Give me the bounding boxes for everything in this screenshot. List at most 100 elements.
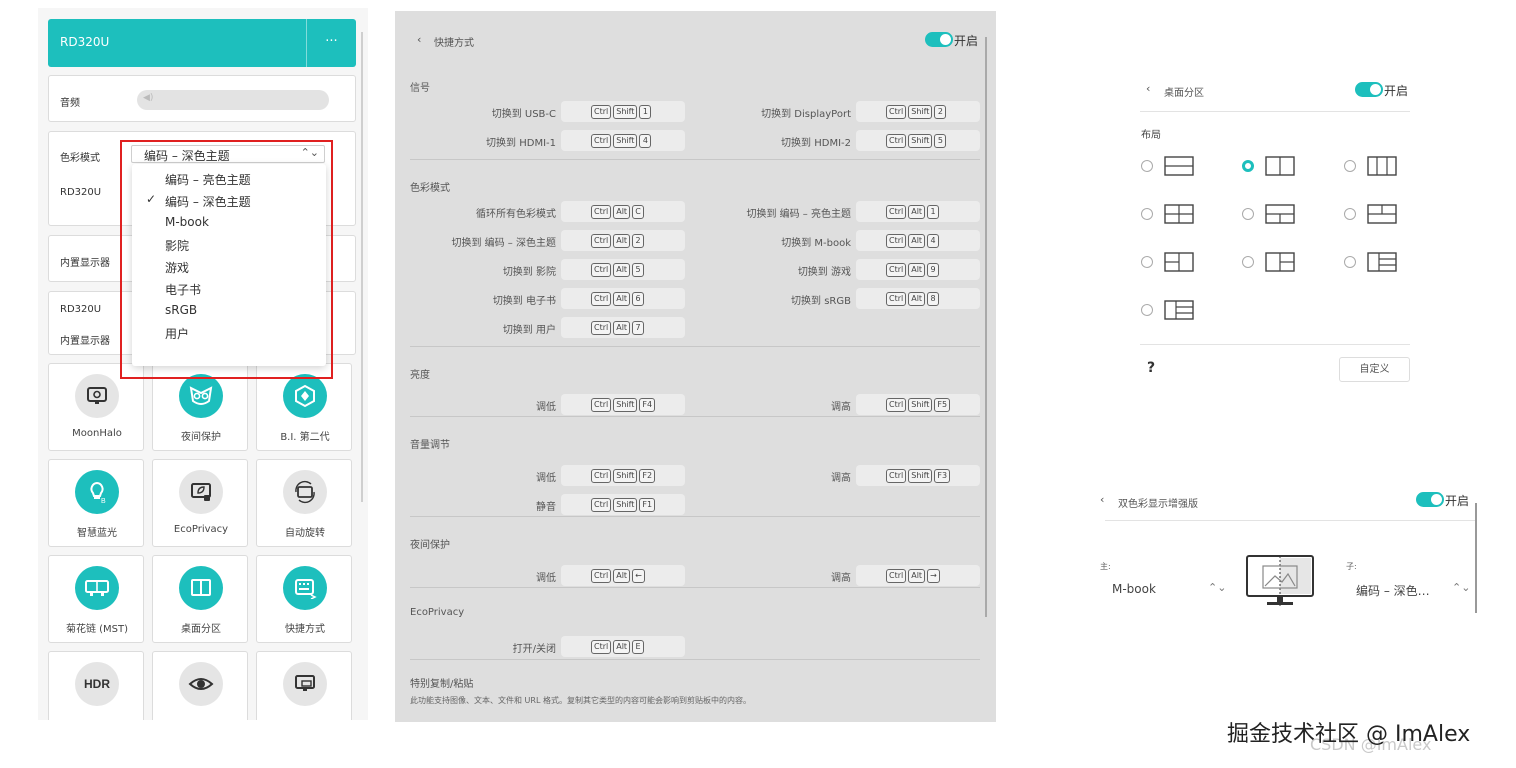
color-mode-label: 色彩模式 bbox=[60, 153, 100, 164]
layout-grid-icon[interactable] bbox=[1164, 300, 1194, 320]
feature-tile[interactable]: 桌面分区 bbox=[152, 555, 248, 643]
dropdown-option[interactable]: ✓ 编码 – 深色主题 bbox=[132, 190, 326, 212]
key-cap: Ctrl bbox=[591, 397, 612, 412]
layout-radio[interactable] bbox=[1242, 160, 1254, 172]
shortcuts-toggle[interactable] bbox=[925, 32, 953, 47]
help-icon[interactable]: ? bbox=[1147, 360, 1155, 376]
shortcut-keys[interactable]: Ctrl Shift F4 bbox=[561, 394, 685, 415]
layout-radio[interactable] bbox=[1141, 208, 1153, 220]
main-select-value[interactable]: M-book bbox=[1112, 582, 1156, 596]
dropdown-option[interactable]: M-book bbox=[132, 212, 326, 234]
layout-radio[interactable] bbox=[1344, 256, 1356, 268]
shortcut-label: 切换到 DisplayPort bbox=[761, 109, 851, 120]
key-cap: Alt bbox=[908, 233, 926, 248]
layout-radio[interactable] bbox=[1242, 208, 1254, 220]
layout-grid-icon[interactable] bbox=[1265, 204, 1295, 224]
more-options-button[interactable]: ··· bbox=[306, 19, 356, 67]
key-cap: Shift bbox=[613, 133, 638, 148]
dual-color-toggle-label: 开启 bbox=[1445, 494, 1470, 508]
custom-button[interactable]: 自定义 bbox=[1339, 357, 1410, 382]
key-cap: Shift bbox=[613, 497, 638, 512]
back-button[interactable]: ‹ bbox=[1146, 82, 1150, 95]
key-cap: F3 bbox=[934, 468, 951, 483]
layout-radio[interactable] bbox=[1141, 160, 1153, 172]
builtin-display-label: 内置显示器 bbox=[60, 258, 110, 269]
shortcut-keys[interactable]: Ctrl Shift 1 bbox=[561, 101, 685, 122]
device-header[interactable]: RD320U ··· bbox=[48, 19, 356, 67]
shortcut-keys[interactable]: Ctrl Shift 4 bbox=[561, 130, 685, 151]
key-cap: Alt bbox=[613, 233, 631, 248]
shortcut-label: 调高 bbox=[831, 573, 851, 584]
panel-scrollbar[interactable] bbox=[361, 32, 363, 502]
dual-color-scrollbar[interactable] bbox=[1475, 503, 1477, 613]
shortcut-keys[interactable]: Ctrl Alt 5 bbox=[561, 259, 685, 280]
moonhalo-icon bbox=[75, 374, 119, 418]
layout-grid-icon[interactable] bbox=[1367, 204, 1397, 224]
dropdown-option[interactable]: 用户 bbox=[132, 322, 326, 344]
key-cap: Ctrl bbox=[591, 133, 612, 148]
feature-tile[interactable]: 菊花链 (MST) bbox=[48, 555, 144, 643]
key-cap: Ctrl bbox=[886, 262, 907, 277]
shortcut-keys[interactable]: Ctrl Shift F3 bbox=[856, 465, 980, 486]
layout-radio[interactable] bbox=[1344, 208, 1356, 220]
shortcut-keys[interactable]: Ctrl Alt → bbox=[856, 565, 980, 586]
volume-slider[interactable]: ◀) bbox=[137, 90, 329, 110]
shortcuts-scrollbar[interactable] bbox=[985, 37, 987, 617]
shortcut-keys[interactable]: Ctrl Alt 7 bbox=[561, 317, 685, 338]
shortcut-keys[interactable]: Ctrl Alt E bbox=[561, 636, 685, 657]
sub-select-value[interactable]: 编码 – 深色… bbox=[1356, 582, 1430, 599]
feature-tile[interactable] bbox=[152, 651, 248, 720]
shortcut-keys[interactable]: Ctrl Alt 2 bbox=[561, 230, 685, 251]
dropdown-option[interactable]: 电子书 bbox=[132, 278, 326, 300]
dropdown-option[interactable]: 编码 – 亮色主题 bbox=[132, 168, 326, 190]
key-cap: Shift bbox=[908, 104, 933, 119]
shortcut-label: 打开/关闭 bbox=[512, 644, 556, 655]
shortcut-keys[interactable]: Ctrl Alt 1 bbox=[856, 201, 980, 222]
shortcut-keys[interactable]: Ctrl Shift 2 bbox=[856, 101, 980, 122]
feature-tile[interactable]: 快捷方式 bbox=[256, 555, 352, 643]
back-button[interactable]: ‹ bbox=[1100, 493, 1104, 506]
shortcut-keys[interactable]: Ctrl Alt 6 bbox=[561, 288, 685, 309]
dropdown-option-label: M-book bbox=[165, 215, 209, 229]
dropdown-option[interactable]: sRGB bbox=[132, 300, 326, 322]
dropdown-option[interactable]: 游戏 bbox=[132, 256, 326, 278]
shortcut-keys[interactable]: Ctrl Alt ← bbox=[561, 565, 685, 586]
back-button[interactable]: ‹ bbox=[417, 33, 421, 46]
checkmark-icon: ✓ bbox=[146, 192, 157, 206]
shortcut-keys[interactable]: Ctrl Alt 9 bbox=[856, 259, 980, 280]
layout-radio[interactable] bbox=[1242, 256, 1254, 268]
dropdown-option[interactable]: 影院 bbox=[132, 234, 326, 256]
layout-grid-icon[interactable] bbox=[1265, 156, 1295, 176]
shortcut-label: 切换到 编码 – 亮色主题 bbox=[746, 209, 851, 220]
layout-grid-icon[interactable] bbox=[1265, 252, 1295, 272]
feature-tile[interactable]: 自动旋转 bbox=[256, 459, 352, 547]
layout-grid-icon[interactable] bbox=[1164, 252, 1194, 272]
shortcut-keys[interactable]: Ctrl Alt C bbox=[561, 201, 685, 222]
key-cap: E bbox=[632, 639, 645, 654]
feature-tile[interactable]: HDR bbox=[48, 651, 144, 720]
section-divider bbox=[410, 416, 980, 417]
layout-grid-icon[interactable] bbox=[1164, 156, 1194, 176]
feature-tile[interactable]: EcoPrivacy bbox=[152, 459, 248, 547]
main-chevron-icon[interactable]: ⌃⌄ bbox=[1208, 581, 1226, 594]
layout-grid-icon[interactable] bbox=[1164, 204, 1194, 224]
partition-toggle[interactable] bbox=[1355, 82, 1383, 97]
layout-radio[interactable] bbox=[1141, 256, 1153, 268]
shortcut-keys[interactable]: Ctrl Shift F2 bbox=[561, 465, 685, 486]
layout-radio[interactable] bbox=[1141, 304, 1153, 316]
shortcut-keys[interactable]: Ctrl Alt 8 bbox=[856, 288, 980, 309]
shortcut-keys[interactable]: Ctrl Shift F5 bbox=[856, 394, 980, 415]
layout-grid-icon[interactable] bbox=[1367, 252, 1397, 272]
layout-radio[interactable] bbox=[1344, 160, 1356, 172]
dual-color-toggle[interactable] bbox=[1416, 492, 1444, 507]
shortcut-keys[interactable]: Ctrl Alt 4 bbox=[856, 230, 980, 251]
shortcut-keys[interactable]: Ctrl Shift F1 bbox=[561, 494, 685, 515]
keyboard-icon bbox=[283, 566, 327, 610]
feature-tile[interactable] bbox=[256, 651, 352, 720]
layout-grid-icon[interactable] bbox=[1367, 156, 1397, 176]
shortcut-label: 切换到 编码 – 深色主题 bbox=[451, 238, 556, 249]
key-cap: Ctrl bbox=[886, 104, 907, 119]
feature-tile[interactable]: B 智慧蓝光 bbox=[48, 459, 144, 547]
sub-chevron-icon[interactable]: ⌃⌄ bbox=[1452, 581, 1470, 594]
shortcut-keys[interactable]: Ctrl Shift 5 bbox=[856, 130, 980, 151]
